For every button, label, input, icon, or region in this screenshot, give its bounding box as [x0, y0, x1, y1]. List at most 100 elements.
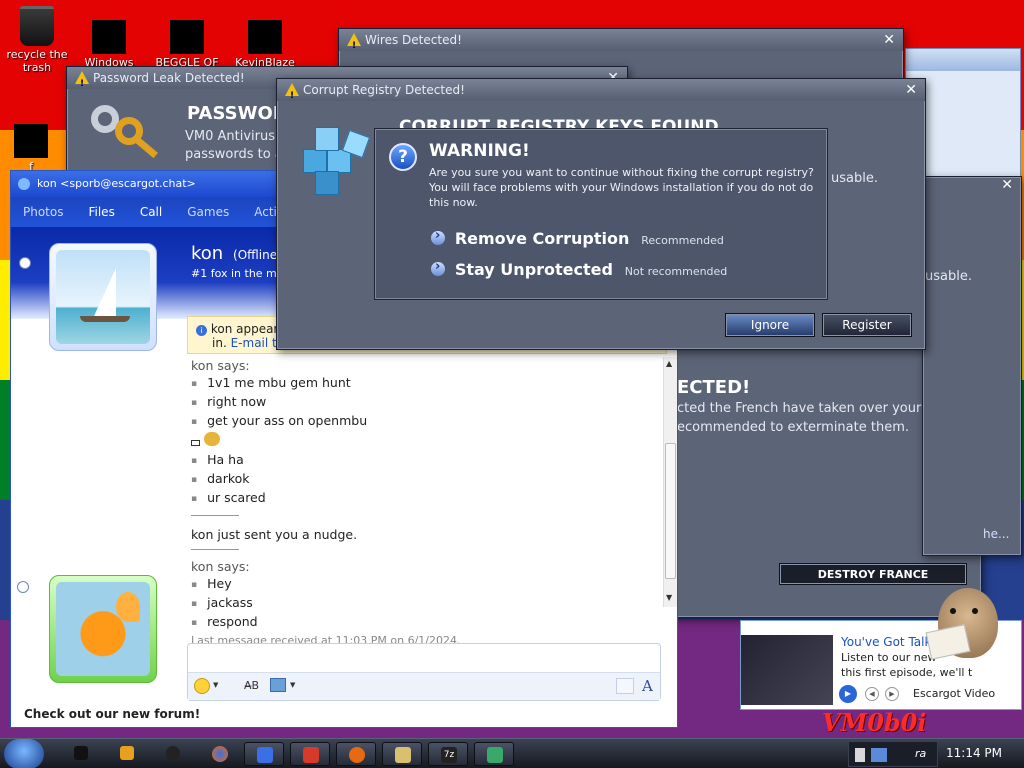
password-text-1: VM0 Antivirus: [185, 129, 276, 144]
close-button[interactable]: ✕: [905, 79, 917, 101]
dropdown-arrow-icon[interactable]: ▼: [213, 681, 218, 689]
contact-message: #1 fox in the ma: [191, 267, 284, 280]
quicklaunch-icon[interactable]: [74, 746, 88, 760]
arrow-right-icon: [431, 259, 445, 276]
taskbar-button[interactable]: 7z: [428, 742, 468, 766]
app-icon: [14, 124, 48, 158]
question-icon: ?: [389, 143, 417, 171]
scroll-up-arrow-icon[interactable]: ▲: [666, 359, 672, 368]
desktop-icon-f[interactable]: f: [0, 124, 66, 173]
arrow-right-icon: [431, 228, 445, 245]
warning-icon: [75, 71, 89, 95]
window-title: kon <sporb@escargot.chat>: [37, 177, 196, 190]
side-window-link[interactable]: he...: [983, 527, 1009, 541]
option-label: Stay Unprotected: [454, 260, 613, 279]
desktop-icon-kevinblaze[interactable]: KevinBlaze: [230, 20, 300, 69]
contact-name-text: kon: [191, 243, 224, 264]
taskbar: 7z ra 11:14 PM: [0, 738, 1024, 768]
password-heading: PASSWOR: [187, 103, 287, 124]
option-note: Not recommended: [624, 265, 728, 278]
window-title: Corrupt Registry Detected!: [303, 83, 465, 97]
desktop-icon-recycle[interactable]: recycle the trash: [2, 6, 72, 74]
chat-divider: [191, 515, 239, 516]
collapse-toggle[interactable]: [19, 257, 31, 269]
warning-icon: [347, 33, 361, 57]
next-icon[interactable]: ▶: [885, 687, 899, 701]
window-title: Password Leak Detected!: [93, 71, 245, 85]
register-button[interactable]: Register: [822, 313, 912, 337]
chat-message: ur scared: [191, 489, 661, 508]
trash-icon: [20, 6, 54, 46]
nudge-message: kon just sent you a nudge.: [191, 527, 358, 542]
messenger-icon: [18, 178, 30, 190]
chat-message: 1v1 me mbu gem hunt: [191, 374, 661, 393]
side-window-text-1: usable.: [925, 269, 972, 284]
info-bar-text: kon appears: [210, 322, 285, 336]
taskbar-button[interactable]: [474, 742, 514, 766]
taskbar-button[interactable]: [336, 742, 376, 766]
prev-icon[interactable]: ◀: [865, 687, 879, 701]
scroll-thumb[interactable]: [665, 443, 676, 579]
warning-icon: [285, 83, 299, 107]
font-button[interactable]: A: [642, 677, 653, 695]
info-bar-text-2: in.: [212, 336, 227, 350]
quicklaunch-icon[interactable]: [166, 746, 180, 760]
scroll-down-arrow-icon[interactable]: ▼: [666, 593, 672, 602]
desktop-icon-label: recycle the trash: [6, 48, 68, 74]
tray-icon[interactable]: [855, 748, 865, 762]
toast-thumbnail: [741, 635, 833, 705]
taskbar-button[interactable]: [244, 742, 284, 766]
wires-titlebar: Wires Detected! ✕: [339, 29, 903, 57]
side-window: ✕ usable. he...: [922, 176, 1022, 556]
clock[interactable]: 11:14 PM: [946, 746, 1002, 760]
warning-dialog: ? WARNING! Are you sure you want to cont…: [374, 128, 828, 300]
registry-cubes-icon: [303, 127, 373, 197]
chat-scrollbar[interactable]: ▲ ▼: [663, 357, 677, 607]
nav-photos[interactable]: Photos: [23, 205, 63, 219]
ignore-button[interactable]: Ignore: [725, 313, 815, 337]
france-text-1: cted the French have taken over your: [677, 401, 922, 416]
remove-corruption-option[interactable]: Remove Corruption Recommended: [431, 228, 724, 248]
handwriting-button[interactable]: [616, 678, 634, 694]
close-button[interactable]: ✕: [883, 29, 895, 51]
option-note: Recommended: [641, 234, 724, 247]
chat-sender: kon says:: [191, 358, 250, 373]
start-button[interactable]: [4, 739, 44, 768]
taskbar-button[interactable]: [290, 742, 330, 766]
france-text-2: ecommended to exterminate them.: [677, 420, 909, 435]
firefox-icon[interactable]: [212, 746, 228, 762]
chat-divider: [191, 549, 239, 550]
emoticon-button[interactable]: [194, 678, 210, 694]
chat-sender: kon says:: [191, 559, 250, 574]
taskbar-button[interactable]: [382, 742, 422, 766]
spellcheck-button[interactable]: A̶B: [244, 679, 259, 692]
stay-unprotected-option[interactable]: Stay Unprotected Not recommended: [431, 259, 728, 279]
toast-source: Escargot Video: [913, 687, 996, 700]
nav-call[interactable]: Call: [140, 205, 162, 219]
expand-toggle[interactable]: [17, 581, 29, 593]
registry-titlebar: Corrupt Registry Detected! ✕: [277, 79, 925, 107]
goldfish-picture: [56, 582, 150, 676]
background-button[interactable]: [270, 678, 286, 692]
close-button[interactable]: ✕: [1001, 177, 1013, 193]
nav-games[interactable]: Games: [187, 205, 229, 219]
forum-link[interactable]: Check out our new forum!: [24, 707, 200, 721]
contact-avatar: [49, 243, 157, 351]
france-heading: ECTED!: [677, 377, 751, 398]
desktop-icon-beggle[interactable]: BEGGLE OF: [152, 20, 222, 69]
contact-status: (Offline): [233, 248, 282, 262]
chat-message: respond: [191, 613, 661, 632]
warning-message: Are you sure you want to continue withou…: [429, 166, 814, 209]
chat-emoticon: [191, 431, 661, 451]
play-icon[interactable]: ▶: [839, 685, 857, 703]
nav-files[interactable]: Files: [88, 205, 114, 219]
dropdown-arrow-icon[interactable]: ▼: [290, 681, 295, 689]
network-icon[interactable]: [871, 748, 887, 762]
chat-message: Hey: [191, 575, 661, 594]
dog-emoticon-icon: [203, 432, 220, 446]
input-toolbar: ▼ A̶B ▼ A: [188, 672, 660, 700]
quicklaunch-icon[interactable]: [120, 746, 134, 760]
message-input[interactable]: ▼ A̶B ▼ A: [187, 643, 661, 701]
chat-message: get your ass on openmbu: [191, 412, 661, 431]
app-icon: [248, 20, 282, 54]
